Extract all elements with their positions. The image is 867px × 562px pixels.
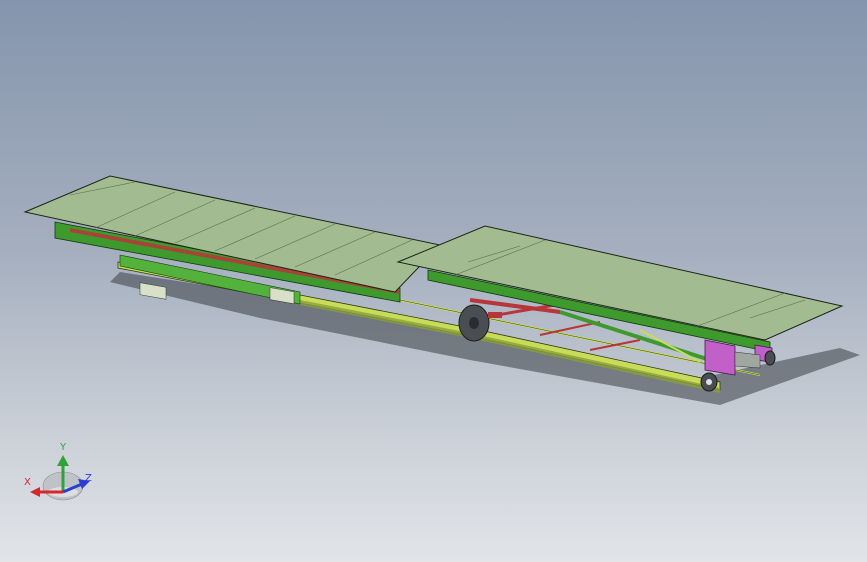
small-wheel-rear bbox=[764, 350, 776, 366]
3d-graphics-viewport[interactable]: X Y Z bbox=[0, 0, 867, 562]
conveyor-assembly-model[interactable] bbox=[0, 0, 867, 562]
z-axis-label: Z bbox=[85, 473, 92, 484]
coordinate-triad[interactable]: X Y Z bbox=[18, 440, 98, 506]
y-axis-label: Y bbox=[60, 442, 67, 453]
small-wheel-front bbox=[700, 372, 718, 392]
pink-gear-housing bbox=[704, 339, 736, 376]
x-axis-label: X bbox=[24, 477, 31, 488]
